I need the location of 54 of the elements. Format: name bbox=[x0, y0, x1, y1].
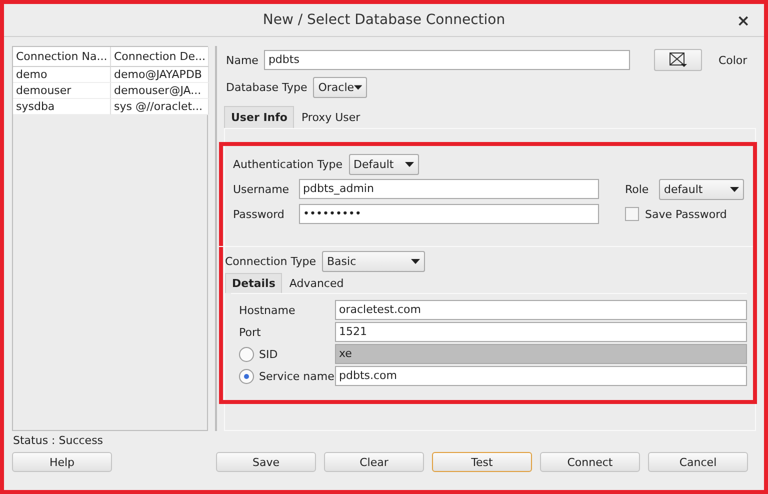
username-field[interactable]: pdbts_admin bbox=[299, 179, 599, 199]
column-header[interactable]: Connection Na... bbox=[13, 47, 111, 67]
input-field[interactable]: pdbts.com bbox=[335, 366, 747, 386]
name-field[interactable]: pdbts bbox=[264, 50, 630, 70]
table-cell[interactable]: demo@JAYAPDB bbox=[111, 67, 209, 83]
input-field[interactable]: xe bbox=[335, 344, 747, 364]
dialog-button[interactable]: Help bbox=[12, 452, 112, 472]
input-field[interactable]: 1521 bbox=[335, 322, 747, 342]
dialog-button[interactable]: Connect bbox=[540, 452, 640, 472]
connection-type-label: Connection Type bbox=[225, 254, 316, 268]
caret-icon bbox=[411, 258, 420, 264]
radio-button[interactable] bbox=[239, 369, 254, 384]
save-password-label: Save Password bbox=[645, 208, 727, 220]
password-field[interactable]: ••••••••• bbox=[299, 204, 599, 224]
field-label: Hostname bbox=[239, 304, 296, 317]
role-label: Role bbox=[625, 182, 650, 196]
database-type-dropdown[interactable]: Oracle bbox=[313, 76, 368, 98]
tab[interactable]: Advanced bbox=[282, 273, 351, 293]
radio-button[interactable] bbox=[239, 347, 254, 362]
input-field[interactable]: oracletest.com bbox=[335, 300, 747, 320]
tab[interactable]: Proxy User bbox=[294, 106, 368, 128]
table-cell[interactable]: sysdba bbox=[13, 99, 111, 115]
field-label: Service name bbox=[259, 370, 334, 383]
table-cell[interactable]: demouser bbox=[13, 83, 111, 99]
field-label: SID bbox=[259, 348, 278, 361]
authentication-type-dropdown[interactable]: Default bbox=[348, 154, 419, 174]
table-cell[interactable]: demo bbox=[13, 67, 111, 83]
dialog-button[interactable]: Clear bbox=[324, 452, 424, 472]
close-button[interactable]: × bbox=[736, 11, 750, 30]
caret-icon bbox=[730, 186, 739, 192]
color-label: Color bbox=[718, 54, 748, 66]
dialog-button[interactable]: Cancel bbox=[648, 452, 748, 472]
save-password-checkbox[interactable] bbox=[625, 207, 639, 221]
tab[interactable]: Details bbox=[225, 273, 282, 293]
table-cell[interactable]: sys @//oraclet... bbox=[111, 99, 209, 115]
database-type-label: Database Type bbox=[226, 80, 308, 94]
column-header[interactable]: Connection De... bbox=[111, 47, 209, 67]
field-label: Port bbox=[239, 326, 261, 339]
caret-icon bbox=[404, 162, 414, 166]
color-swatch-icon bbox=[667, 52, 690, 68]
table-cell[interactable]: demouser@JA... bbox=[111, 83, 209, 99]
connection-type-dropdown[interactable]: Basic bbox=[322, 250, 426, 272]
username-label: Username bbox=[233, 182, 290, 196]
dialog-button[interactable]: Test bbox=[432, 452, 532, 472]
status-text: Status : Success bbox=[12, 433, 104, 449]
caret-icon bbox=[354, 84, 362, 90]
password-label: Password bbox=[233, 208, 286, 220]
tab[interactable]: User Info bbox=[224, 106, 294, 128]
window-title: New / Select Database Connection bbox=[262, 12, 506, 28]
role-dropdown[interactable]: default bbox=[659, 178, 744, 200]
dialog-button[interactable]: Save bbox=[216, 452, 316, 472]
name-label: Name bbox=[226, 54, 258, 66]
color-button[interactable] bbox=[654, 49, 702, 71]
authentication-type-label: Authentication Type bbox=[233, 158, 343, 170]
